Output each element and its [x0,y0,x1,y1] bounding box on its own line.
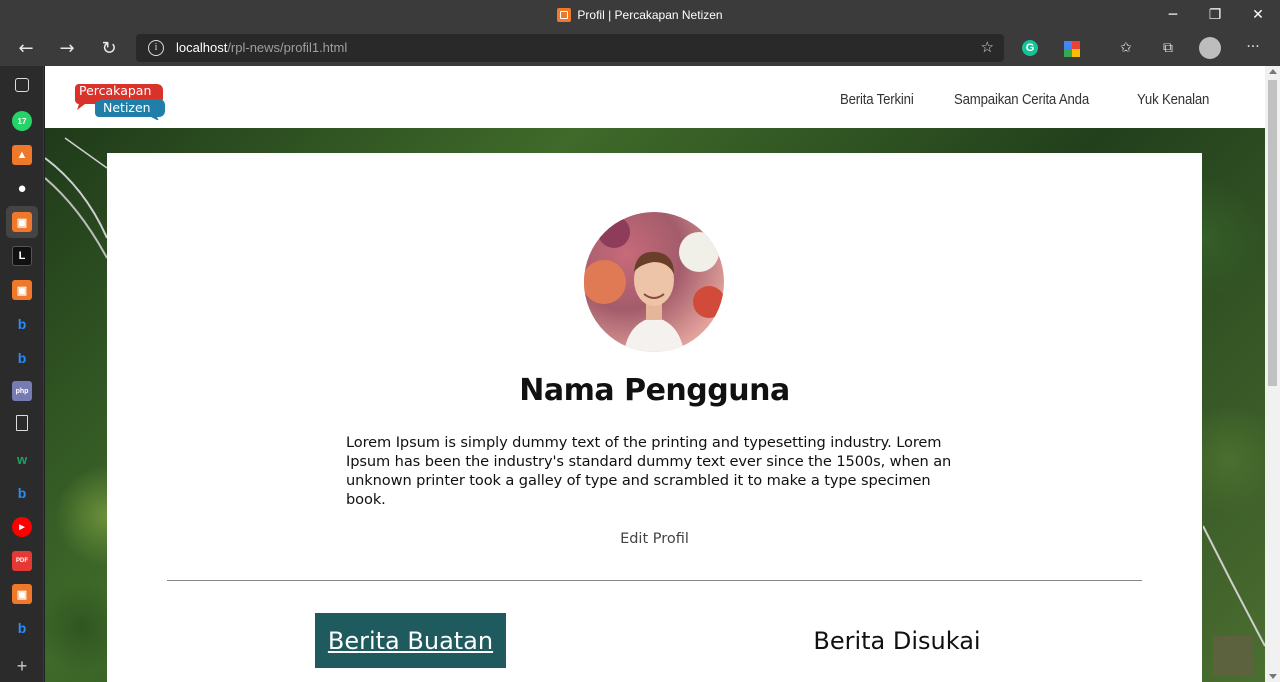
github-icon[interactable]: ● [12,178,32,198]
logo-line1: Percakapan [79,83,152,98]
logo-line2: Netizen [103,100,151,115]
profile-card: Nama Pengguna Lorem Ipsum is simply dumm… [107,153,1202,682]
restore-button[interactable]: ❐ [1192,0,1238,30]
favorites-icon[interactable]: ✩ [1116,38,1136,58]
road-decoration [45,137,107,259]
add-favorite-icon[interactable]: ☆ [981,38,994,56]
bing-icon[interactable]: b [12,314,32,334]
bing-icon-3[interactable]: b [12,483,32,503]
extension-icon[interactable] [1062,39,1082,59]
site-nav: Berita Terkini Sampaikan Cerita Anda Yuk… [840,91,1219,108]
notion-icon[interactable]: L [12,246,32,266]
collections-icon[interactable]: ⧉ [1158,38,1178,58]
browser-sidebar: 17 ▲ ● ▣ L ▣ b b php w b ▶ PDF ▣ b + [0,66,44,682]
scroll-down-icon[interactable] [1269,674,1277,679]
profile-picture [584,212,724,352]
forward-button[interactable]: → [52,34,82,62]
nav-yuk-kenalan[interactable]: Yuk Kenalan [1137,91,1209,108]
browser-toolbar: ← → ↻ i localhost/rpl-news/profil1.html … [0,30,1280,66]
address-bar[interactable]: i localhost/rpl-news/profil1.html ☆ [136,34,1004,62]
back-button[interactable]: ← [11,34,41,62]
nav-sampaikan-cerita[interactable]: Sampaikan Cerita Anda [954,91,1089,108]
bing-icon-4[interactable]: b [12,618,32,638]
xampp-tab-icon-2[interactable]: ▣ [12,584,32,604]
window-title-text: Profil | Percakapan Netizen [577,8,723,22]
nav-berita-terkini[interactable]: Berita Terkini [840,91,914,108]
window-title: Profil | Percakapan Netizen [0,8,1280,22]
window-titlebar: Profil | Percakapan Netizen ─ ❐ ✕ [0,0,1280,30]
scrollbar-thumb[interactable] [1268,80,1277,386]
site-info-icon[interactable]: i [148,40,164,56]
xampp-active-icon[interactable]: ▣ [12,212,32,232]
xampp-icon[interactable]: ▲ [12,145,32,165]
xampp-favicon-icon [557,8,572,22]
pdf-icon[interactable]: PDF [12,551,32,571]
site-navbar: Percakapan Netizen Berita Terkini Sampai… [45,66,1265,128]
tab-actions-icon[interactable] [15,78,29,92]
road-decoration-right [1203,525,1265,676]
more-menu-icon[interactable]: ··· [1243,37,1263,57]
w-icon[interactable]: w [12,449,32,469]
edit-profile-link[interactable]: Edit Profil [107,531,1202,547]
minimize-button[interactable]: ─ [1150,0,1196,30]
url-host: localhost [176,40,228,55]
document-icon[interactable] [16,415,28,431]
divider [167,580,1142,581]
close-button[interactable]: ✕ [1235,0,1280,30]
xampp-tab-icon[interactable]: ▣ [12,280,32,300]
youtube-icon[interactable]: ▶ [12,517,32,537]
tab-berita-buatan[interactable]: Berita Buatan [315,613,506,668]
profile-bio: Lorem Ipsum is simply dummy text of the … [346,434,952,508]
bing-icon-2[interactable]: b [12,348,32,368]
url-path: /rpl-news/profil1.html [227,40,348,55]
grammarly-extension-icon[interactable]: G [1022,40,1038,56]
php-icon[interactable]: php [12,381,32,401]
scroll-up-icon[interactable] [1269,69,1277,74]
add-sidebar-item-icon[interactable]: + [12,656,32,676]
whatsapp-icon[interactable]: 17 [12,111,32,131]
page-scrollbar[interactable] [1265,66,1280,682]
reload-button[interactable]: ↻ [94,34,124,62]
tab-berita-disukai[interactable]: Berita Disukai [787,613,1007,668]
site-logo[interactable]: Percakapan Netizen [75,80,169,121]
profile-avatar-icon[interactable] [1199,37,1221,59]
page-viewport: Percakapan Netizen Berita Terkini Sampai… [45,66,1265,682]
profile-name: Nama Pengguna [519,373,790,408]
url-text[interactable]: localhost/rpl-news/profil1.html [176,40,347,55]
